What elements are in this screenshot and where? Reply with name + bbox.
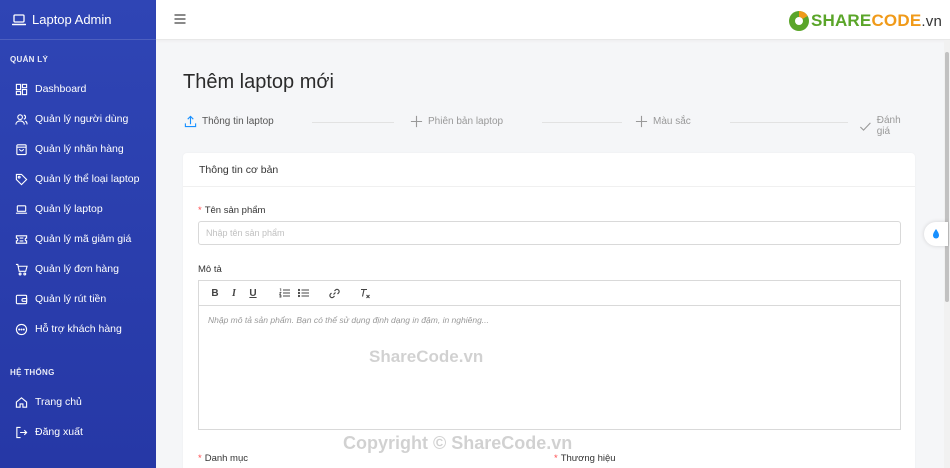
logo-vn: .vn xyxy=(921,13,942,30)
product-name-label: * Tên sản phẩm xyxy=(198,205,265,216)
required-marker: * xyxy=(554,453,558,464)
cart-icon xyxy=(15,263,28,275)
hamburger-icon[interactable] xyxy=(174,13,186,25)
category-label: * Danh mục xyxy=(198,453,248,464)
link-icon xyxy=(328,288,340,298)
sidebar-item-support[interactable]: Hỗ trợ khách hàng xyxy=(0,314,156,344)
logo-share: SHARE xyxy=(810,11,872,30)
ordered-list-icon xyxy=(278,288,290,298)
description-label: Mô tả xyxy=(198,264,222,275)
sidebar-item-label: Quản lý đơn hàng xyxy=(35,263,119,275)
clear-format-button[interactable] xyxy=(358,286,372,300)
bullet-list-icon xyxy=(297,288,309,298)
sidebar-item-label: Hỗ trợ khách hàng xyxy=(35,323,122,335)
step-label: Màu sắc xyxy=(653,116,691,127)
editor-toolbar: B I U xyxy=(199,281,900,306)
main-content: Thêm laptop mới Thông tin laptop Phiên b… xyxy=(156,40,944,468)
logo-emblem-icon xyxy=(788,11,809,31)
product-name-label-text: Tên sản phẩm xyxy=(204,205,266,216)
scrollbar-thumb[interactable] xyxy=(945,52,949,302)
sidebar-item-users[interactable]: Quản lý người dùng xyxy=(0,104,156,134)
category-label-text: Danh mục xyxy=(204,453,249,464)
bold-button[interactable]: B xyxy=(208,286,222,300)
sidebar-item-coupons[interactable]: Quản lý mã giảm giá xyxy=(0,224,156,254)
upload-icon xyxy=(184,115,197,128)
sidebar-item-label: Quản lý laptop xyxy=(35,203,103,215)
description-textarea[interactable]: Nhập mô tả sản phẩm. Bạn có thể sử dụng … xyxy=(199,306,900,334)
sidebar-item-label: Đăng xuất xyxy=(35,426,83,438)
top-bar: SHARECODE.vn xyxy=(156,0,950,40)
card-header: Thông tin cơ bản xyxy=(183,153,915,187)
italic-button[interactable]: I xyxy=(227,286,241,300)
step-label: Phiên bản laptop xyxy=(428,116,504,127)
step-connector xyxy=(542,122,622,123)
plus-icon xyxy=(410,115,423,128)
check-icon xyxy=(859,121,871,131)
droplet-icon xyxy=(933,229,939,239)
home-icon xyxy=(15,396,28,408)
page-scrollbar[interactable] xyxy=(944,40,950,468)
sidebar-item-home[interactable]: Trang chủ xyxy=(0,387,156,417)
basic-info-card: Thông tin cơ bản *Tên sản phẩm Mô tả B I… xyxy=(183,153,915,468)
page-title: Thêm laptop mới xyxy=(183,71,334,93)
sidebar-item-label: Trang chủ xyxy=(35,396,82,408)
step-connector xyxy=(312,122,394,123)
logout-icon xyxy=(16,426,28,438)
brand[interactable]: Laptop Admin xyxy=(0,0,156,40)
users-icon xyxy=(15,113,28,125)
laptop-icon xyxy=(15,204,28,214)
laptop-icon xyxy=(12,13,26,25)
step-laptop-info[interactable]: Thông tin laptop xyxy=(184,115,274,128)
shopping-bag-icon xyxy=(16,143,27,155)
sharecode-logo: SHARECODE.vn xyxy=(787,9,942,33)
sidebar-item-label: Dashboard xyxy=(35,83,87,95)
sidebar-item-brands[interactable]: Quản lý nhãn hàng xyxy=(0,134,156,164)
sidebar-item-label: Quản lý nhãn hàng xyxy=(35,143,124,155)
brand-title: Laptop Admin xyxy=(32,12,112,27)
sidebar-item-laptops[interactable]: Quản lý laptop xyxy=(0,194,156,224)
sidebar-item-label: Quản lý thể loại laptop xyxy=(35,173,140,185)
sidebar-item-label: Quản lý người dùng xyxy=(35,113,129,125)
logo-code: CODE xyxy=(871,11,922,30)
section-title-system: HỆ THỐNG xyxy=(10,368,55,377)
step-review[interactable]: Đánh giá xyxy=(859,115,916,137)
link-button[interactable] xyxy=(327,286,341,300)
required-marker: * xyxy=(198,205,202,216)
step-laptop-version[interactable]: Phiên bản laptop xyxy=(410,115,504,128)
step-label: Thông tin laptop xyxy=(202,116,274,127)
sidebar-item-label: Quản lý mã giảm giá xyxy=(35,233,132,245)
wallet-icon xyxy=(15,294,28,304)
step-colors[interactable]: Màu sắc xyxy=(635,115,691,128)
sidebar-item-logout[interactable]: Đăng xuất xyxy=(0,417,156,447)
sidebar-item-orders[interactable]: Quản lý đơn hàng xyxy=(0,254,156,284)
description-editor: B I U Nhập mô tả sản phẩm. Bạn có thể sử… xyxy=(198,280,901,430)
sidebar: Laptop Admin QUẢN LÝ Dashboard Quản lý n… xyxy=(0,0,156,468)
plus-icon xyxy=(635,115,648,128)
step-label: Đánh giá xyxy=(876,115,901,137)
ticket-icon xyxy=(15,234,28,244)
ordered-list-button[interactable] xyxy=(277,286,291,300)
brand-label: * Thương hiệu xyxy=(554,453,616,464)
brand-label-text: Thương hiệu xyxy=(560,453,616,464)
floating-action-button[interactable] xyxy=(924,222,948,246)
bullet-list-button[interactable] xyxy=(296,286,310,300)
sidebar-item-categories[interactable]: Quản lý thể loại laptop xyxy=(0,164,156,194)
sidebar-item-dashboard[interactable]: Dashboard xyxy=(0,74,156,104)
chat-icon xyxy=(15,323,28,335)
tag-icon xyxy=(15,173,28,185)
product-name-input[interactable] xyxy=(198,221,901,245)
steps: Thông tin laptop Phiên bản laptop Màu sắ… xyxy=(184,115,916,137)
required-marker: * xyxy=(198,453,202,464)
section-title-manage: QUẢN LÝ xyxy=(10,55,49,64)
underline-button[interactable]: U xyxy=(246,286,260,300)
sidebar-item-withdrawals[interactable]: Quản lý rút tiền xyxy=(0,284,156,314)
clear-format-icon xyxy=(360,288,370,298)
step-connector xyxy=(730,122,848,123)
dashboard-icon xyxy=(15,83,28,95)
sidebar-item-label: Quản lý rút tiền xyxy=(35,293,107,305)
logo-text: SHARECODE.vn xyxy=(811,11,942,31)
